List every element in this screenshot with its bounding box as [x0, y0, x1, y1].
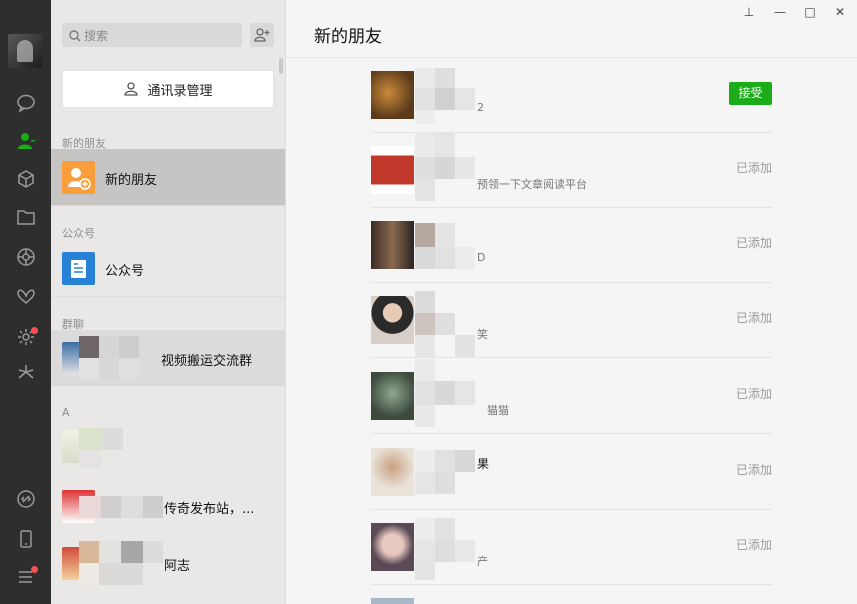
pixelated-name — [79, 496, 163, 518]
notification-badge — [31, 327, 38, 334]
friend-request-row[interactable]: 2 接受 — [371, 58, 772, 133]
friend-request-row[interactable]: 产 已添加 — [371, 510, 772, 585]
list-item-group[interactable]: 视频搬运交流群 — [51, 330, 285, 386]
list-item-label: 公众号 — [105, 264, 145, 279]
friend-request-row[interactable]: D 已添加 — [371, 208, 772, 283]
accept-button[interactable]: 接受 — [729, 82, 772, 105]
row-divider — [371, 433, 772, 434]
request-message: 笑 — [477, 328, 488, 341]
request-nickname: 果 — [477, 457, 490, 471]
list-item-label: 新的朋友 — [105, 173, 158, 188]
divider — [51, 205, 285, 206]
main-content: 新的朋友 ⊥ — □ ✕ 2 接受 预领一下文章阅读平台 已添加 D 已添加 笑… — [286, 0, 857, 604]
pixelated-name — [79, 428, 123, 468]
request-avatar[interactable] — [371, 221, 414, 269]
row-divider — [371, 584, 772, 585]
chat-icon[interactable] — [15, 92, 37, 114]
added-status: 已添加 — [735, 538, 772, 552]
phone-icon[interactable] — [15, 528, 37, 550]
notification-badge — [31, 566, 38, 573]
maximize-button[interactable]: □ — [801, 4, 819, 20]
pixelated-name — [415, 518, 477, 580]
page-title: 新的朋友 — [314, 27, 382, 47]
navigation-rail — [0, 0, 51, 604]
list-item-contact[interactable]: 阿志 — [51, 535, 285, 591]
link-icon[interactable] — [15, 488, 37, 510]
scrollbar[interactable] — [279, 58, 283, 74]
user-icon — [124, 82, 139, 96]
pixelated-name — [415, 68, 477, 124]
pixelated-name — [415, 291, 477, 357]
contacts-management-label: 通讯录管理 — [147, 83, 213, 99]
pixelated-name — [415, 133, 477, 201]
new-friends-icon — [62, 161, 95, 194]
request-message: 猫猫 — [487, 404, 509, 417]
request-avatar[interactable] — [371, 296, 414, 344]
search-box[interactable]: 搜索 — [62, 23, 242, 47]
row-divider — [371, 357, 772, 358]
pixelated-name — [415, 223, 477, 271]
request-message: 产 — [477, 555, 488, 568]
added-status: 已添加 — [735, 311, 772, 325]
request-message: D — [477, 251, 486, 264]
list-item-contact[interactable] — [51, 418, 285, 474]
list-item-label: 视频搬运交流群 — [161, 354, 253, 369]
list-item-contact[interactable]: 传奇发布站，... — [51, 478, 285, 534]
friend-request-row[interactable]: 预领一下文章阅读平台 已添加 — [371, 133, 772, 208]
added-status: 已添加 — [735, 387, 772, 401]
friend-request-row[interactable]: 果 已添加 — [371, 435, 772, 510]
request-avatar[interactable] — [371, 71, 414, 119]
request-avatar[interactable] — [371, 146, 414, 194]
search-icon — [68, 28, 82, 42]
pixelated-name — [79, 336, 161, 384]
pixelated-name — [415, 450, 477, 498]
user-avatar[interactable] — [8, 34, 42, 68]
contacts-icon[interactable] — [15, 130, 37, 152]
divider — [51, 296, 285, 297]
list-item-label: 传奇发布站，... — [164, 502, 255, 517]
request-message: 预领一下文章阅读平台 — [477, 178, 587, 191]
pixelated-name — [79, 541, 163, 585]
official-account-icon — [62, 252, 95, 285]
added-status: 已添加 — [735, 463, 772, 477]
section-header-official: 公众号 — [62, 227, 95, 240]
search-input[interactable]: 搜索 — [84, 27, 108, 44]
list-item-label: 阿志 — [164, 559, 191, 574]
close-button[interactable]: ✕ — [831, 4, 849, 20]
added-status: 已添加 — [735, 161, 772, 175]
request-avatar[interactable] — [371, 598, 414, 604]
request-message: 2 — [477, 101, 484, 114]
cube-icon[interactable] — [15, 168, 37, 190]
add-contact-button[interactable] — [250, 23, 274, 47]
folder-icon[interactable] — [15, 206, 37, 228]
added-status: 已添加 — [735, 236, 772, 250]
butterfly-icon[interactable] — [15, 286, 37, 308]
minimize-button[interactable]: — — [771, 4, 789, 20]
add-user-icon — [254, 28, 270, 42]
friend-request-row[interactable]: 笑 已添加 — [371, 283, 772, 358]
list-item-new-friends[interactable]: 新的朋友 — [51, 149, 285, 205]
pixelated-name — [415, 359, 477, 427]
mini-program-icon[interactable] — [15, 362, 37, 384]
request-avatar[interactable] — [371, 448, 414, 496]
contacts-management-button[interactable]: 通讯录管理 — [62, 70, 274, 108]
pin-button[interactable]: ⊥ — [740, 4, 758, 20]
moments-icon[interactable] — [15, 246, 37, 268]
friend-request-row[interactable]: 猫猫 已添加 — [371, 359, 772, 434]
request-avatar[interactable] — [371, 523, 414, 571]
contacts-panel: 搜索 通讯录管理 新的朋友 新的朋友 公众号 公众号 群聊 视频搬运交流群 A … — [51, 0, 286, 604]
list-item-official-accounts[interactable]: 公众号 — [51, 240, 285, 296]
request-avatar[interactable] — [371, 372, 414, 420]
